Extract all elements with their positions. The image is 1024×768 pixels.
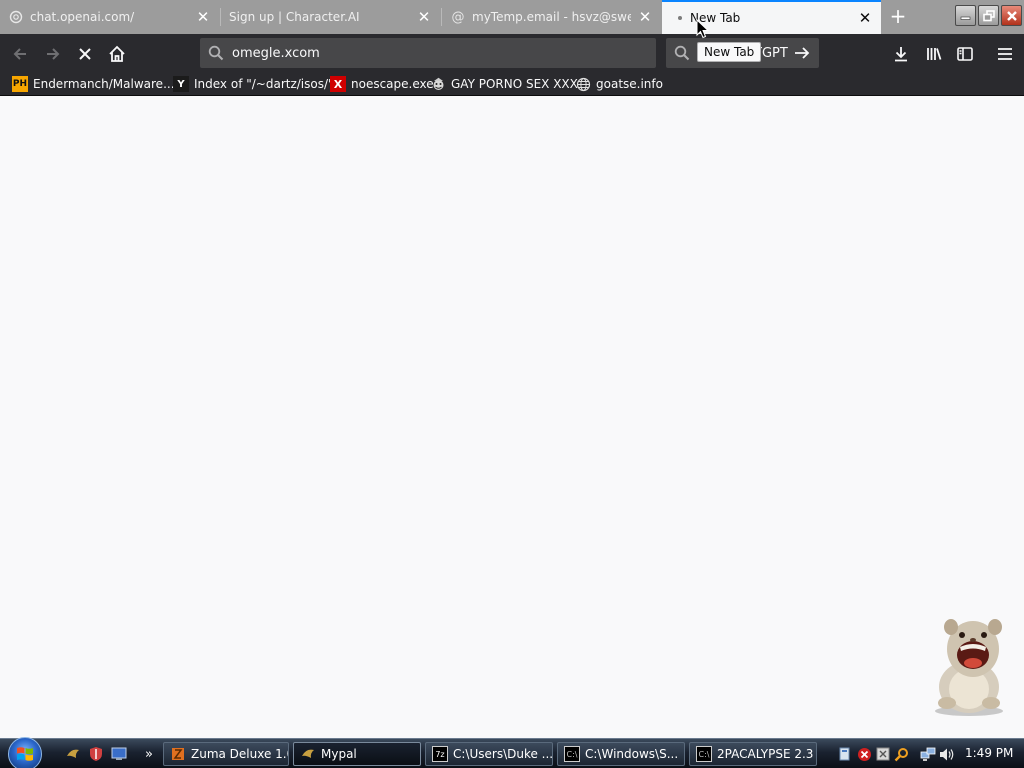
downloads-button[interactable] — [886, 39, 916, 69]
tray-security-alert-icon[interactable] — [856, 746, 872, 762]
tab-mytemp-email[interactable]: @ myTemp.email - hsvz@sweep ✕ — [442, 3, 661, 31]
tab-title: chat.openai.com/ — [30, 10, 135, 24]
taskbar-button-label: C:\Windows\S... — [585, 747, 679, 761]
pornhub-logo-icon: PH — [12, 76, 28, 92]
go-arrow-icon[interactable] — [793, 44, 811, 62]
mouse-cursor-icon — [696, 19, 710, 39]
clown-icon — [430, 76, 446, 92]
red-x-icon: X — [330, 76, 346, 92]
forward-button[interactable] — [38, 39, 68, 69]
tab-title: myTemp.email - hsvz@sweep — [472, 10, 631, 24]
tray-flag-icon[interactable] — [875, 746, 891, 762]
sidebar-button[interactable] — [950, 39, 980, 69]
tab-new-tab[interactable]: New Tab ✕ — [662, 0, 881, 34]
search-icon — [208, 45, 224, 61]
quicklaunch-overflow-chevron[interactable]: » — [140, 745, 158, 763]
quicklaunch-shield-icon[interactable] — [87, 745, 105, 763]
bookmark-index-dartz-isos[interactable]: Y Index of "/~dartz/isos/" — [173, 75, 334, 93]
openai-icon — [8, 9, 24, 25]
tab-strip: chat.openai.com/ ✕ Sign up | Character.A… — [0, 0, 1024, 34]
cmd-icon: C:\ — [564, 746, 580, 762]
start-button[interactable] — [8, 737, 42, 768]
tab-title: Sign up | Character.AI — [229, 10, 360, 24]
tray-magnifier-icon[interactable] — [893, 746, 909, 762]
taskbar-button-cmd[interactable]: C:\ C:\Windows\S... — [557, 742, 685, 766]
window-close-button[interactable] — [1001, 5, 1022, 26]
bookmark-noescape[interactable]: X noescape.exe — [330, 75, 434, 93]
sidebar-icon — [957, 47, 973, 61]
globe-icon — [575, 76, 591, 92]
tray-volume-icon[interactable] — [939, 746, 955, 762]
bookmark-label: noescape.exe — [351, 77, 434, 91]
back-button[interactable] — [5, 39, 35, 69]
taskbar-button-label: Mypal — [321, 747, 357, 761]
taskbar-button-7zip[interactable]: 7z C:\Users\Duke ... — [425, 742, 553, 766]
tab-tooltip: New Tab — [697, 42, 762, 62]
taskbar-button-label: Zuma Deluxe 1.0 — [191, 747, 289, 761]
download-icon — [895, 47, 907, 62]
quicklaunch-show-desktop-icon[interactable] — [110, 745, 128, 763]
taskbar-clock[interactable]: 1:49 PM — [965, 746, 1013, 760]
desktop-mascot-hamster-icon[interactable] — [925, 615, 1007, 717]
url-input[interactable] — [232, 45, 632, 61]
at-sign-icon: @ — [451, 9, 465, 25]
new-tab-button[interactable]: + — [887, 6, 909, 28]
stop-button[interactable] — [70, 39, 100, 69]
windows-logo-icon — [17, 747, 33, 761]
quicklaunch-mypal-icon[interactable] — [64, 745, 82, 763]
hamburger-menu-icon — [998, 48, 1012, 60]
cmd-icon: C:\ — [696, 746, 712, 762]
tab-close-icon[interactable]: ✕ — [637, 8, 653, 26]
bookmark-label: GAY PORNO SEX XXX — [451, 77, 578, 91]
taskbar-button-zuma[interactable]: Zuma Deluxe 1.0 — [163, 742, 289, 766]
bookmark-label: Index of "/~dartz/isos/" — [194, 77, 334, 91]
url-bar[interactable] — [200, 38, 656, 68]
bookmark-label: Endermanch/Malware... — [33, 77, 175, 91]
mypal-icon — [300, 746, 316, 762]
tray-network-icon[interactable] — [920, 746, 936, 762]
taskbar-button-label: 2PACALYPSE 2.3 — [717, 747, 814, 761]
stop-x-icon — [79, 48, 91, 60]
tab-chat-openai[interactable]: chat.openai.com/ ✕ — [0, 3, 219, 31]
library-icon — [927, 48, 942, 60]
tab-close-icon[interactable]: ✕ — [195, 8, 211, 26]
tab-close-icon[interactable]: ✕ — [857, 9, 873, 27]
ycombinator-icon: Y — [173, 76, 189, 92]
home-button[interactable] — [102, 39, 132, 69]
back-arrow-icon — [13, 48, 26, 60]
tab-character-ai[interactable]: Sign up | Character.AI ✕ — [221, 3, 440, 31]
taskbar-button-2pacalypse[interactable]: C:\ 2PACALYPSE 2.3 — [689, 742, 817, 766]
tray-file-icon[interactable] — [837, 746, 853, 762]
zuma-icon — [170, 746, 186, 762]
windows-taskbar: » Zuma Deluxe 1.0 Mypal 7z C:\Users\Duke… — [0, 737, 1024, 768]
7zip-icon: 7z — [432, 746, 448, 762]
forward-arrow-icon — [47, 48, 60, 60]
bookmark-endermanch[interactable]: PH Endermanch/Malware... — [12, 75, 175, 93]
bookmark-label: goatse.info — [596, 77, 663, 91]
search-icon — [674, 45, 690, 61]
bookmarks-toolbar: PH Endermanch/Malware... Y Index of "/~d… — [0, 72, 1024, 96]
restore-button[interactable] — [978, 5, 999, 26]
bookmark-goatse[interactable]: goatse.info — [575, 75, 663, 93]
page-content[interactable] — [0, 97, 1024, 738]
minimize-button[interactable] — [955, 5, 976, 26]
menu-button[interactable] — [990, 39, 1020, 69]
tab-title: New Tab — [690, 11, 741, 25]
bookmark-gay-porno[interactable]: GAY PORNO SEX XXX — [430, 75, 578, 93]
tab-loading-dot-icon — [678, 16, 682, 20]
taskbar-button-label: C:\Users\Duke ... — [453, 747, 553, 761]
home-icon — [109, 45, 125, 62]
taskbar-button-mypal[interactable]: Mypal — [293, 742, 421, 766]
library-button[interactable] — [919, 39, 949, 69]
tab-close-icon[interactable]: ✕ — [416, 8, 432, 26]
navigation-bar: TGPT — [0, 34, 1024, 72]
